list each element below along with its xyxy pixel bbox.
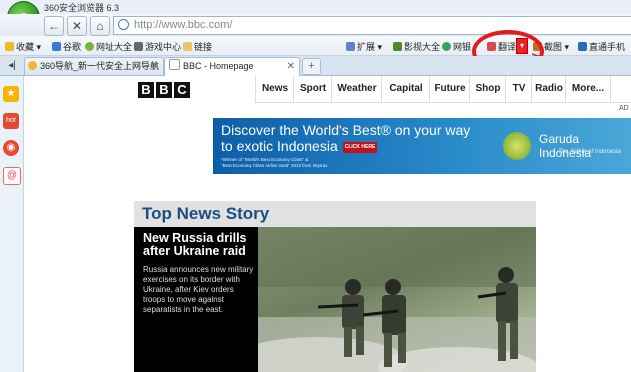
hot-news-icon[interactable]: hot (3, 113, 19, 129)
bbc-navigation: News Sport Weather Capital Future Shop T… (255, 76, 631, 103)
bookmark-google[interactable]: 谷歌 (52, 40, 81, 53)
nav-shop[interactable]: Shop (469, 76, 506, 102)
bbc-logo-c[interactable]: C (174, 82, 190, 98)
bbc-logo-b1[interactable]: B (138, 82, 154, 98)
page-favicon (169, 59, 180, 70)
nav-capital[interactable]: Capital (381, 76, 430, 102)
video-icon (393, 42, 402, 51)
bookmark-site-directory[interactable]: 网址大全 (85, 40, 132, 53)
top-story-heading: Top News Story (142, 204, 270, 223)
sidebar-toggle-button[interactable]: ◂| (3, 58, 21, 73)
story-summary: Russia announces new military exercises … (143, 265, 254, 314)
nav-more[interactable]: More... (565, 76, 611, 102)
ad-brand: Garuda Indonesia (539, 132, 592, 160)
tab-360-navigation[interactable]: 360导航_新一代安全上网导航 ✕ (24, 57, 164, 75)
video-button[interactable]: 影视大全 (393, 40, 440, 53)
extensions-button[interactable]: 扩展 ▾ (346, 40, 382, 53)
window-title: 360安全浏览器 6.3 (44, 3, 120, 13)
bookmark-favorites[interactable]: 收藏 ▾ (5, 40, 41, 53)
nav-weather[interactable]: Weather (331, 76, 382, 102)
address-bar[interactable]: http://www.bbc.com/ (113, 16, 631, 35)
bookmark-links[interactable]: 链接 (183, 40, 212, 53)
back-button[interactable]: ← (44, 16, 64, 36)
ad-click-here-button[interactable]: CLICK HERE (343, 142, 377, 153)
google-icon (52, 42, 61, 51)
garuda-logo-icon (503, 132, 531, 160)
nav-sport[interactable]: Sport (293, 76, 332, 102)
phone-icon (578, 42, 587, 51)
bookmark-game-center[interactable]: 游戏中心 (134, 40, 181, 53)
tab-bbc-homepage[interactable]: BBC - Homepage ✕ (164, 57, 300, 76)
story-headline[interactable]: New Russia drills after Ukraine raid (143, 232, 255, 258)
advertisement-banner[interactable]: Discover the World's Best® on your way t… (213, 118, 631, 174)
nav-radio[interactable]: Radio (531, 76, 566, 102)
bbc-logo-b2[interactable]: B (156, 82, 172, 98)
new-tab-button[interactable]: + (302, 58, 321, 75)
extensions-icon (346, 42, 355, 51)
globe-icon (118, 19, 129, 30)
site-favicon (28, 61, 37, 70)
ad-tagline: The Airline of Indonesia (558, 149, 621, 155)
shield-icon (442, 42, 451, 51)
stop-button[interactable]: ✕ (67, 16, 87, 36)
home-button[interactable]: ⌂ (90, 16, 110, 36)
gamepad-icon (134, 42, 143, 51)
story-photo[interactable] (258, 227, 536, 372)
folder-icon (183, 42, 192, 51)
weibo-icon[interactable]: ◉ (3, 140, 19, 156)
nav-future[interactable]: Future (429, 76, 470, 102)
nav-news[interactable]: News (255, 76, 294, 102)
soldiers-photo-illustration (258, 227, 536, 372)
ad-label: AD (619, 105, 629, 112)
close-tab-button[interactable]: ✕ (287, 58, 295, 75)
ad-fine-print: *Winner of "World's Best Economy Class" … (221, 157, 328, 168)
star-icon (5, 42, 14, 51)
nav-tv[interactable]: TV (505, 76, 532, 102)
close-tab-button[interactable]: ✕ (151, 58, 159, 75)
favorites-star-icon[interactable]: ★ (3, 86, 19, 102)
directory-icon (85, 42, 94, 51)
online-banking-button[interactable]: 网银 (442, 40, 471, 53)
address-text[interactable]: http://www.bbc.com/ (134, 19, 232, 31)
mail-icon[interactable]: @ (3, 167, 21, 185)
